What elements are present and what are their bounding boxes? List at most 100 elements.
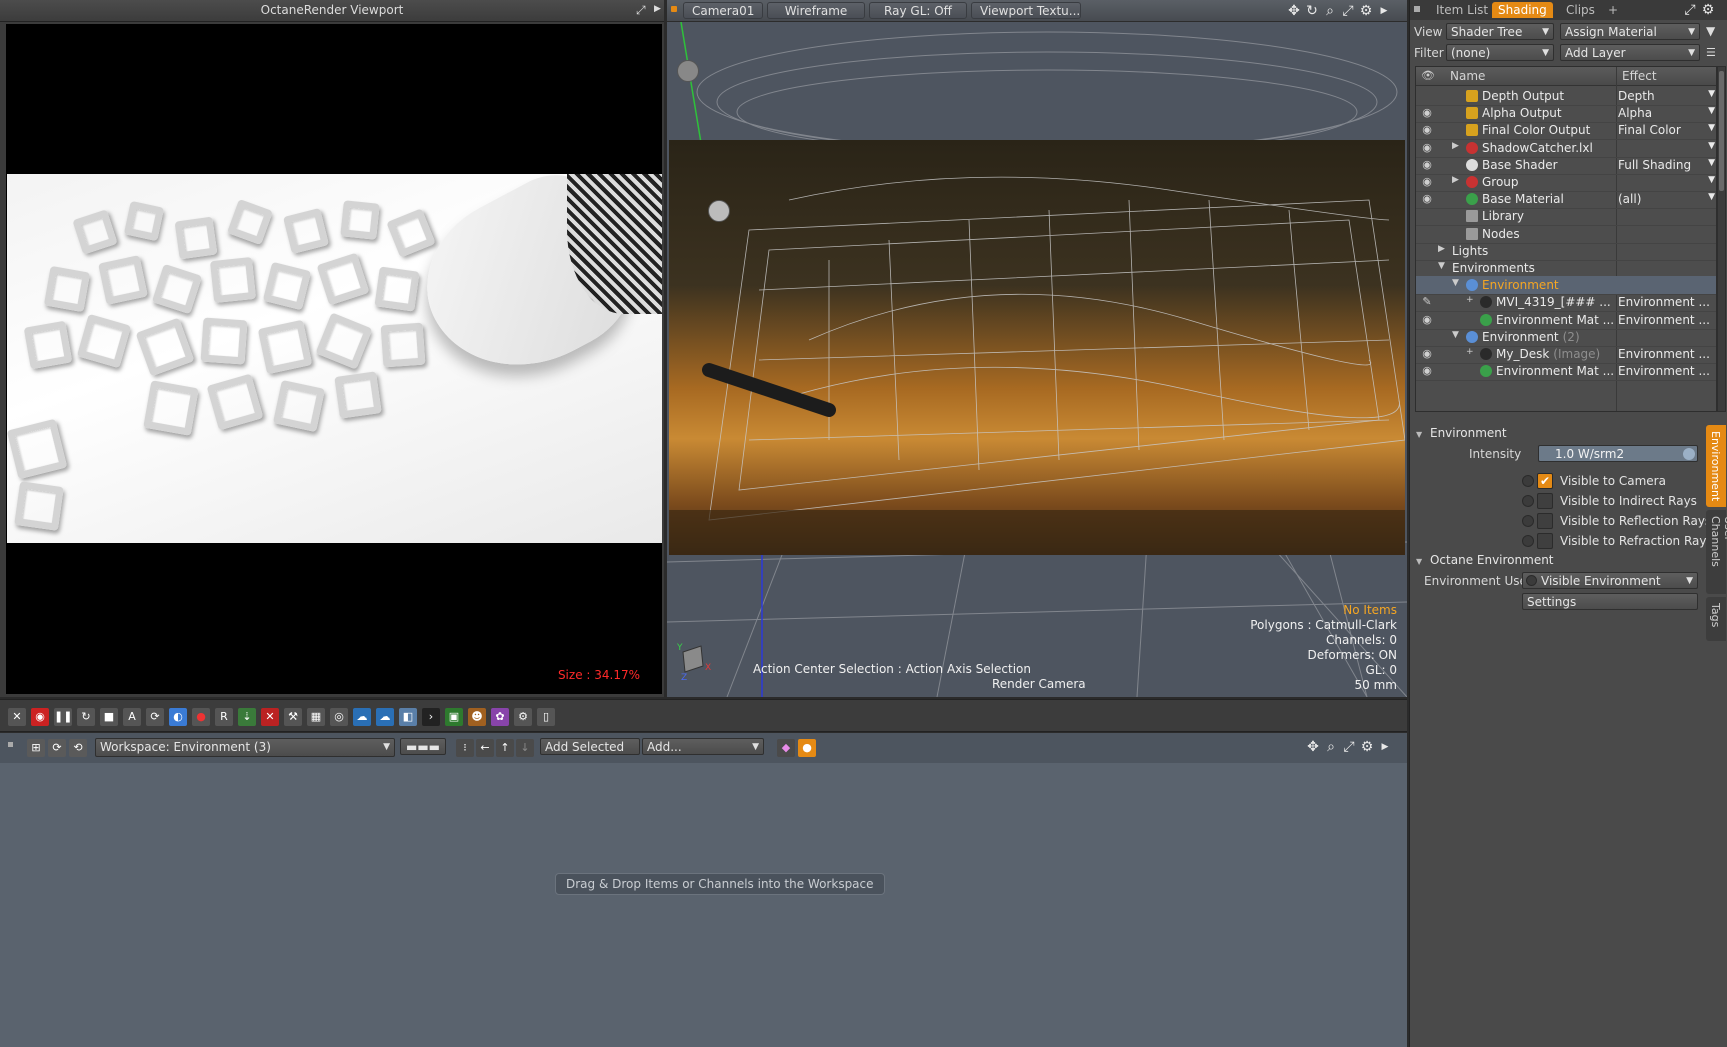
tree-row[interactable]: ▼ Environment (2) bbox=[1416, 328, 1716, 347]
tree-row[interactable]: ✎ + MVI_4319_[### ... Environment ... bbox=[1416, 293, 1716, 313]
tree-row[interactable]: ◉ Base Shader Full Shading ▼ bbox=[1416, 156, 1716, 175]
zoom-icon[interactable]: ⌕ bbox=[1323, 739, 1339, 755]
refresh-icon[interactable]: ⟳ bbox=[146, 708, 164, 726]
add-dropdown[interactable]: Add... ▼ bbox=[642, 738, 764, 755]
camera-icon[interactable]: ◎ bbox=[330, 708, 348, 726]
collapse-icon[interactable]: ▶ bbox=[1438, 244, 1445, 254]
tree-row[interactable]: ◉ ▶ ShadowCatcher.lxl ▼ bbox=[1416, 139, 1716, 158]
tree-row[interactable]: Nodes bbox=[1416, 225, 1716, 244]
tab-item-list[interactable]: Item List bbox=[1430, 2, 1494, 18]
chevron-down-icon[interactable]: ▼ bbox=[1708, 158, 1715, 168]
add-layer-button[interactable]: Add Layer ▼ bbox=[1560, 44, 1700, 61]
viewport-handle-top[interactable] bbox=[677, 60, 699, 82]
eye-icon[interactable]: ◉ bbox=[1420, 141, 1434, 155]
tree-row[interactable]: ◉ Environment Mat ... Environment ... bbox=[1416, 311, 1716, 330]
workspace-dropdown[interactable]: Workspace: Environment (3) ▼ bbox=[95, 738, 395, 757]
environment-use-dropdown[interactable]: Visible Environment ▼ bbox=[1522, 572, 1698, 589]
tree-row[interactable]: ▶ Lights bbox=[1416, 242, 1716, 261]
arrow-down-icon[interactable]: ↓ bbox=[516, 739, 534, 757]
tree-row-effect[interactable]: Depth bbox=[1618, 89, 1714, 103]
eye-icon[interactable]: ◉ bbox=[1420, 192, 1434, 206]
gear-icon[interactable]: ⚙ bbox=[1700, 2, 1716, 18]
raygl-dropdown[interactable]: Ray GL: Off bbox=[869, 2, 967, 19]
workspace-menu-icon[interactable] bbox=[8, 742, 13, 747]
picker-icon[interactable]: ● bbox=[192, 708, 210, 726]
chevron-down-icon[interactable]: ▼ bbox=[1708, 89, 1715, 99]
tree-row-effect[interactable]: Final Color bbox=[1618, 123, 1714, 137]
filter-dropdown[interactable]: (none) ▼ bbox=[1446, 44, 1554, 61]
expand-icon[interactable]: ▼ bbox=[1452, 330, 1459, 340]
tree-scrollbar[interactable] bbox=[1717, 66, 1726, 412]
layout-toggle[interactable]: ▬▬▬ bbox=[400, 738, 446, 755]
restart-icon[interactable]: ↻ bbox=[77, 708, 95, 726]
eye-icon[interactable]: ◉ bbox=[1420, 313, 1434, 327]
portrait-icon[interactable]: ☻ bbox=[468, 708, 486, 726]
monitor-icon[interactable]: ▣ bbox=[445, 708, 463, 726]
brush-icon[interactable]: ✎ bbox=[1420, 295, 1434, 309]
pan-icon[interactable]: ✥ bbox=[1286, 3, 1302, 19]
tree-row[interactable]: ◉ Environment Mat ... Environment ... bbox=[1416, 362, 1716, 382]
octane-environment-section-header[interactable]: ▼ Octane Environment bbox=[1416, 553, 1702, 571]
palette-icon[interactable]: ✿ bbox=[491, 708, 509, 726]
settings-button[interactable]: Settings bbox=[1522, 593, 1698, 610]
eye-icon[interactable]: ◉ bbox=[1420, 364, 1434, 378]
eye-icon[interactable]: ◉ bbox=[1420, 347, 1434, 361]
diamond-icon[interactable]: ◆ bbox=[777, 739, 795, 757]
viewport-menu-icon[interactable] bbox=[671, 6, 677, 12]
chevron-down-icon[interactable]: ▼ bbox=[1708, 175, 1715, 185]
workspace-refresh-icon[interactable]: ⟳ bbox=[48, 739, 66, 757]
environment-section-header[interactable]: ▼ Environment bbox=[1416, 426, 1702, 444]
side-tab-tags[interactable]: Tags bbox=[1706, 597, 1726, 641]
effect-column-header[interactable]: Effect bbox=[1622, 69, 1657, 83]
tree-row-effect[interactable]: Environment ... bbox=[1618, 347, 1714, 361]
stop-render-icon[interactable]: ◉ bbox=[31, 708, 49, 726]
visible-camera-checkbox[interactable]: ✔ bbox=[1522, 473, 1553, 489]
add-selected-button[interactable]: Add Selected bbox=[540, 738, 640, 755]
record-icon[interactable]: ● bbox=[798, 739, 816, 757]
tree-row-effect[interactable]: Environment ... bbox=[1618, 364, 1714, 378]
cloud-sync-icon[interactable]: ☁ bbox=[376, 708, 394, 726]
camera-dropdown[interactable]: Camera01 bbox=[683, 2, 763, 19]
eye-icon[interactable]: ◉ bbox=[1420, 123, 1434, 137]
arrange-icon[interactable]: ⁝ bbox=[456, 739, 474, 757]
tree-row-effect[interactable]: Alpha bbox=[1618, 106, 1714, 120]
tree-row[interactable]: Depth Output Depth ▼ bbox=[1416, 87, 1716, 106]
tree-row[interactable]: ◉ Final Color Output Final Color ▼ bbox=[1416, 121, 1716, 141]
panel-arrow-icon[interactable]: ▶ bbox=[1376, 3, 1392, 19]
rotate-icon[interactable]: ↻ bbox=[1304, 3, 1320, 19]
octane-render-area[interactable]: Size : 34.17% bbox=[6, 24, 662, 694]
cube-icon[interactable]: ◧ bbox=[399, 708, 417, 726]
panel-arrow-icon[interactable]: ▶ bbox=[654, 4, 661, 14]
shading-dropdown[interactable]: Wireframe bbox=[767, 2, 865, 19]
view-dropdown[interactable]: Shader Tree ▼ bbox=[1446, 23, 1554, 40]
collapse-icon[interactable]: ▶ bbox=[1452, 175, 1459, 185]
render-region-icon[interactable]: R bbox=[215, 708, 233, 726]
console-icon[interactable]: › bbox=[422, 708, 440, 726]
workspace-filter-icon[interactable]: ⟲ bbox=[69, 739, 87, 757]
export-icon[interactable]: ⇣ bbox=[238, 708, 256, 726]
tree-row[interactable]: ◉ + My_Desk (Image) Environment ... bbox=[1416, 345, 1716, 364]
stop-icon[interactable]: ■ bbox=[100, 708, 118, 726]
arrow-up-icon[interactable]: ↑ bbox=[496, 739, 514, 757]
eye-icon[interactable]: ◉ bbox=[1420, 175, 1434, 189]
maximize-icon[interactable]: ⤢ bbox=[1341, 739, 1357, 755]
visible-reflection-checkbox[interactable] bbox=[1522, 513, 1553, 529]
intensity-field[interactable]: 1.0 W/srm2 bbox=[1538, 445, 1698, 462]
tree-row-effect[interactable]: (all) bbox=[1618, 192, 1714, 206]
side-tab-environment[interactable]: Environment bbox=[1706, 425, 1726, 507]
document-icon[interactable]: ▯ bbox=[537, 708, 555, 726]
settings-icon[interactable]: ⚙ bbox=[514, 708, 532, 726]
aperture-icon[interactable]: A bbox=[123, 708, 141, 726]
tree-row[interactable]: Library bbox=[1416, 207, 1716, 227]
chevron-down-icon[interactable]: ▼ bbox=[1708, 106, 1715, 116]
expand-icon[interactable]: ▼ bbox=[1438, 261, 1445, 271]
tool-icon[interactable]: ⚒ bbox=[284, 708, 302, 726]
tree-row[interactable]: ▼ Environment bbox=[1416, 276, 1716, 296]
arrow-left-icon[interactable]: ← bbox=[476, 739, 494, 757]
tree-row-effect[interactable]: Environment ... bbox=[1618, 313, 1714, 327]
eye-icon[interactable]: ◉ bbox=[1420, 158, 1434, 172]
pause-icon[interactable]: ❚❚ bbox=[54, 708, 72, 726]
3d-viewport-panel[interactable]: Camera01 Wireframe Ray GL: Off Viewport … bbox=[667, 0, 1407, 697]
tree-row-effect[interactable]: Full Shading bbox=[1618, 158, 1714, 172]
tree-row[interactable]: ◉ ▶ Group ▼ bbox=[1416, 173, 1716, 192]
